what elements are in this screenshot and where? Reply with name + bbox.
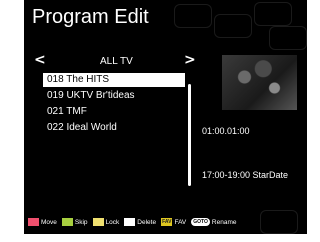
decorative-hex-pattern bbox=[254, 2, 292, 26]
channel-row[interactable]: 022 Ideal World bbox=[43, 121, 185, 135]
goto-key-icon: GOTO bbox=[191, 218, 210, 226]
decorative-hex-pattern bbox=[269, 26, 307, 50]
chevron-right-icon[interactable]: > bbox=[184, 52, 196, 68]
delete-key-hint: Delete bbox=[124, 218, 156, 226]
rename-key-hint: GOTO Rename bbox=[191, 218, 236, 226]
list-scrollbar[interactable] bbox=[188, 84, 191, 186]
channel-row[interactable]: 019 UKTV Br'tideas bbox=[43, 89, 185, 103]
page-title: Program Edit bbox=[32, 6, 149, 28]
channel-preview-image bbox=[222, 55, 297, 110]
channel-group-label: ALL TV bbox=[100, 56, 133, 67]
red-key-icon bbox=[28, 218, 39, 226]
yellow-key-icon bbox=[92, 218, 104, 226]
move-label: Move bbox=[41, 218, 57, 226]
program-edit-screen: Program Edit < ALL TV > 018 The HITS 019… bbox=[24, 0, 307, 234]
channel-row[interactable]: 018 The HITS bbox=[43, 73, 185, 87]
epg-program-info: 17:00-19:00 StarDate bbox=[202, 170, 289, 180]
decorative-hex-pattern bbox=[214, 14, 252, 38]
white-key-icon bbox=[124, 218, 136, 226]
decorative-hex-pattern bbox=[174, 4, 212, 28]
function-key-legend: Move Skip Lock Delete FAV FAV GOTO Renam… bbox=[24, 210, 307, 234]
skip-key-hint: Skip bbox=[61, 218, 88, 226]
chevron-left-icon[interactable]: < bbox=[34, 52, 46, 68]
lock-label: Lock bbox=[105, 218, 120, 226]
lock-key-hint: Lock bbox=[92, 218, 120, 226]
delete-label: Delete bbox=[137, 218, 157, 226]
decorative-hex-pattern bbox=[260, 210, 298, 234]
channel-list: 018 The HITS 019 UKTV Br'tideas 021 TMF … bbox=[43, 73, 185, 137]
fav-label: FAV bbox=[174, 218, 187, 226]
fav-key-hint: FAV FAV bbox=[161, 218, 186, 226]
channel-row[interactable]: 021 TMF bbox=[43, 105, 185, 119]
move-key-hint: Move bbox=[28, 218, 57, 226]
fav-key-icon: FAV bbox=[161, 218, 173, 226]
current-time: 01:00.01:00 bbox=[202, 126, 250, 136]
green-key-icon bbox=[61, 218, 73, 226]
skip-label: Skip bbox=[74, 218, 88, 226]
rename-label: Rename bbox=[211, 218, 237, 226]
